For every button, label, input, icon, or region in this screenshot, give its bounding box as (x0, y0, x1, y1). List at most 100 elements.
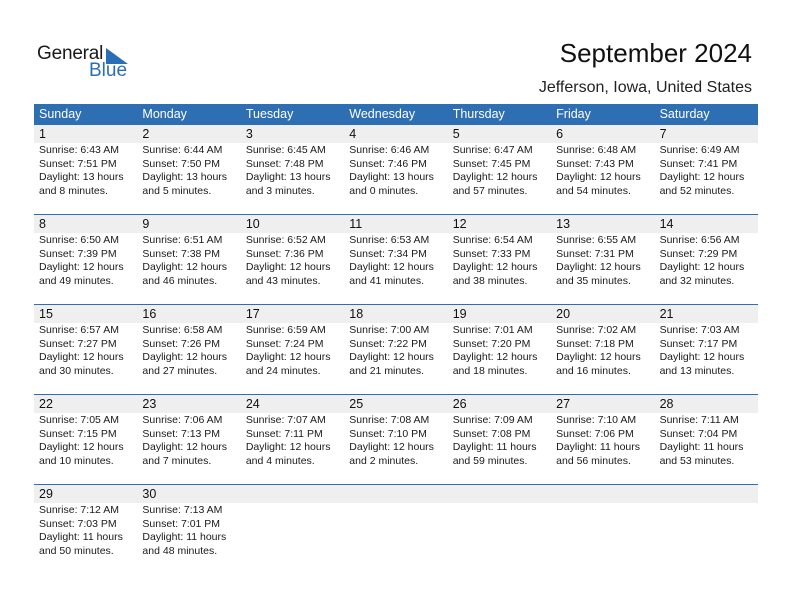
day-number-row: 15 16 17 18 19 20 21 (34, 305, 758, 323)
sunset-text (453, 518, 551, 532)
daylight-text: Daylight: 12 hours (349, 441, 434, 454)
sunrise-text: Sunrise: 6:57 AM (39, 324, 119, 336)
location-subtitle: Jefferson, Iowa, United States (538, 79, 752, 96)
sunset-text: Sunset: 7:48 PM (245, 157, 324, 170)
daylight-text: and 21 minutes. (349, 364, 424, 377)
day-cell: Sunrise: 6:54 AM Sunset: 7:33 PM Daylight:… (448, 233, 551, 304)
day-cell: Sunrise: 7:12 AM Sunset: 7:03 PM Daylight:… (34, 503, 137, 574)
weeks-container: 1 2 3 4 5 6 7 Sunrise: 6:43 AM Sunset: 7:51 PM Da… (34, 125, 758, 574)
week-row: 15 16 17 18 19 20 21 Sunrise: 6:57 AM Sunset: 7:… (34, 304, 758, 394)
day-number: 11 (349, 217, 363, 231)
sunset-text: Sunset: 7:03 PM (39, 517, 117, 530)
sunset-text: Sunset: 7:33 PM (452, 247, 531, 260)
week-row: 29 30 Sunrise: 7:12 AM Sunset: 7:03 PM Dayli… (34, 484, 758, 574)
day-cell: Sunrise: 6:49 AM Sunset: 7:41 PM Daylight:… (655, 143, 758, 214)
daylight-text: and 56 minutes. (556, 454, 631, 467)
daylight-text: and 16 minutes. (556, 364, 631, 377)
sunset-text: Sunset: 7:26 PM (142, 337, 221, 350)
day-cell: Sunrise: 7:05 AM Sunset: 7:15 PM Daylight:… (34, 413, 137, 484)
day-number: 29 (39, 487, 53, 501)
daylight-text: Daylight: 12 hours (349, 351, 434, 364)
day-number: 27 (556, 397, 571, 411)
day-number-row: 29 30 (34, 485, 758, 503)
daylight-text (660, 545, 758, 559)
weekday-monday: Monday (142, 107, 187, 121)
sunrise-text: Sunrise: 6:47 AM (452, 144, 533, 156)
day-number: 7 (659, 127, 667, 141)
sunset-text (246, 518, 344, 532)
day-number: 1 (39, 127, 46, 141)
day-number: 30 (142, 487, 157, 501)
day-cell (241, 503, 344, 574)
sunset-text (349, 518, 447, 532)
sunset-text (660, 518, 758, 532)
sunrise-text (453, 504, 551, 518)
sunset-text: Sunset: 7:34 PM (349, 247, 427, 260)
day-cell: Sunrise: 6:51 AM Sunset: 7:38 PM Daylight:… (137, 233, 240, 304)
daylight-text: and 3 minutes. (245, 184, 315, 197)
day-cell: Sunrise: 7:03 AM Sunset: 7:17 PM Daylight:… (655, 323, 758, 394)
sunrise-text: Sunrise: 6:46 AM (349, 144, 430, 156)
sunset-text: Sunset: 7:08 PM (452, 427, 531, 440)
sunset-text: Sunset: 7:50 PM (142, 157, 221, 170)
daylight-text: and 2 minutes. (349, 454, 419, 467)
day-cell: Sunrise: 7:07 AM Sunset: 7:11 PM Daylight:… (241, 413, 344, 484)
day-cell: Sunrise: 6:52 AM Sunset: 7:36 PM Daylight:… (241, 233, 344, 304)
day-cell (448, 503, 551, 574)
daylight-text: and 49 minutes. (39, 274, 114, 287)
weekday-tuesday: Tuesday (245, 107, 294, 121)
day-info-row: Sunrise: 6:43 AM Sunset: 7:51 PM Daylight:… (34, 143, 758, 214)
day-cell (344, 503, 447, 574)
sunrise-text: Sunrise: 6:58 AM (142, 324, 223, 336)
daylight-text: Daylight: 12 hours (142, 351, 228, 364)
daylight-text: and 7 minutes. (142, 454, 212, 467)
logo-text-blue: Blue (89, 60, 128, 81)
daylight-text: Daylight: 12 hours (142, 261, 228, 274)
daylight-text: and 41 minutes. (349, 274, 424, 287)
day-cell: Sunrise: 6:46 AM Sunset: 7:46 PM Daylight:… (344, 143, 447, 214)
day-cell: Sunrise: 6:59 AM Sunset: 7:24 PM Daylight:… (241, 323, 344, 394)
day-number: 5 (452, 127, 460, 141)
daylight-text: Daylight: 12 hours (556, 351, 641, 364)
daylight-text: Daylight: 12 hours (556, 261, 641, 274)
sunrise-text: Sunrise: 6:49 AM (659, 144, 740, 156)
page-title: September 2024 (559, 38, 752, 68)
daylight-text: and 5 minutes. (142, 184, 212, 197)
day-number: 19 (452, 307, 467, 321)
day-number (241, 485, 344, 504)
daylight-text (349, 545, 447, 559)
daylight-text: and 46 minutes. (142, 274, 218, 287)
day-number-row: 22 23 24 25 26 27 28 (34, 395, 758, 413)
sunset-text: Sunset: 7:15 PM (39, 427, 117, 440)
sunrise-text: Sunrise: 6:44 AM (142, 144, 223, 156)
day-cell: Sunrise: 7:13 AM Sunset: 7:01 PM Daylight:… (137, 503, 240, 574)
daylight-text: and 32 minutes. (659, 274, 735, 287)
sunset-text: Sunset: 7:29 PM (659, 247, 738, 260)
daylight-text (556, 531, 654, 545)
day-number: 13 (556, 217, 571, 231)
sunrise-text: Sunrise: 6:43 AM (39, 144, 119, 156)
daylight-text: and 52 minutes. (659, 184, 735, 197)
sunset-text: Sunset: 7:13 PM (142, 427, 221, 440)
sunset-text: Sunset: 7:11 PM (245, 427, 323, 440)
daylight-text: Daylight: 11 hours (556, 441, 640, 454)
sunrise-text: Sunrise: 7:11 AM (659, 414, 739, 426)
day-cell: Sunrise: 7:01 AM Sunset: 7:20 PM Daylight:… (448, 323, 551, 394)
sunrise-text: Sunrise: 6:48 AM (556, 144, 637, 156)
daylight-text: Daylight: 11 hours (142, 531, 227, 544)
daylight-text: Daylight: 12 hours (39, 441, 124, 454)
daylight-text: Daylight: 12 hours (452, 351, 538, 364)
day-number: 3 (245, 127, 253, 141)
sunset-text (556, 518, 654, 532)
day-cell: Sunrise: 7:00 AM Sunset: 7:22 PM Daylight:… (344, 323, 447, 394)
daylight-text: and 53 minutes. (659, 454, 735, 467)
daylight-text: and 4 minutes. (245, 454, 315, 467)
sunrise-text: Sunrise: 7:05 AM (39, 414, 119, 426)
day-number: 16 (142, 307, 157, 321)
daylight-text (349, 531, 447, 545)
day-number: 10 (245, 217, 260, 231)
sunrise-text: Sunrise: 7:06 AM (142, 414, 223, 426)
daylight-text (556, 545, 654, 559)
day-cell: Sunrise: 6:53 AM Sunset: 7:34 PM Daylight:… (344, 233, 447, 304)
sunset-text: Sunset: 7:51 PM (39, 157, 117, 170)
